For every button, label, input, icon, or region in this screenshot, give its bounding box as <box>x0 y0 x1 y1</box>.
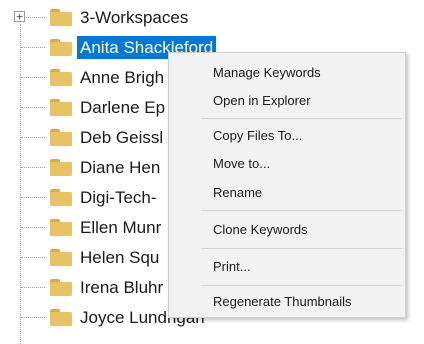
tree-item-label: Helen Squ <box>80 248 160 267</box>
tree-connector <box>21 137 45 138</box>
folder-icon <box>50 249 72 266</box>
expand-plus-icon[interactable]: + <box>14 11 25 22</box>
folder-icon <box>50 279 72 296</box>
folder-icon <box>50 159 72 176</box>
folder-icon <box>50 129 72 146</box>
folder-icon <box>50 219 72 236</box>
tree-item-label: Digi-Tech- <box>80 188 157 207</box>
tree-connector <box>21 77 45 78</box>
folder-icon <box>50 9 72 26</box>
tree-item-label: Anne Brigh <box>80 68 165 87</box>
context-menu: Manage Keywords Open in Explorer Copy Fi… <box>168 52 406 318</box>
tree-connector <box>21 257 45 258</box>
menu-item-label: Manage Keywords <box>213 65 321 80</box>
menu-item-clone-keywords[interactable]: Clone Keywords <box>169 217 405 243</box>
tree-item-label: 3-Workspaces <box>80 8 189 27</box>
folder-icon <box>50 69 72 86</box>
menu-separator <box>202 285 402 286</box>
tree-connector <box>21 47 45 48</box>
menu-item-label: Regenerate Thumbnails <box>213 294 352 309</box>
folder-icon <box>50 309 72 326</box>
menu-item-label: Rename <box>213 185 263 200</box>
tree-item-3-workspaces[interactable]: + 3-Workspaces <box>0 2 424 32</box>
tree-item-label: Ellen Munr <box>80 218 162 237</box>
tree-connector <box>21 317 45 318</box>
tree-item-label: Darlene Ep <box>80 98 166 117</box>
menu-item-label: Clone Keywords <box>213 222 308 237</box>
folder-icon <box>50 189 72 206</box>
tree-connector <box>21 197 45 198</box>
tree-connector <box>21 107 45 108</box>
menu-item-print[interactable]: Print... <box>169 254 405 280</box>
menu-separator <box>202 118 402 119</box>
menu-item-regenerate-thumbnails[interactable]: Regenerate Thumbnails <box>169 289 405 315</box>
menu-item-manage-keywords[interactable]: Manage Keywords <box>169 60 405 86</box>
tree-connector <box>21 287 45 288</box>
tree-item-label: Deb Geissl <box>80 128 164 147</box>
tree-item-label: Irena Bluhr <box>80 278 164 297</box>
menu-item-rename[interactable]: Rename <box>169 180 405 206</box>
menu-separator <box>202 248 402 249</box>
folder-icon <box>50 39 72 56</box>
menu-item-label: Move to... <box>213 156 271 171</box>
menu-item-label: Copy Files To... <box>213 128 303 143</box>
tree-connector <box>21 167 45 168</box>
menu-separator <box>202 210 402 211</box>
tree-item-label: Diane Hen <box>80 158 161 177</box>
menu-item-label: Open in Explorer <box>213 93 311 108</box>
menu-item-move-to[interactable]: Move to... <box>169 151 405 177</box>
menu-item-copy-files-to[interactable]: Copy Files To... <box>169 123 405 149</box>
tree-connector <box>21 227 45 228</box>
menu-item-label: Print... <box>213 259 251 274</box>
menu-item-open-in-explorer[interactable]: Open in Explorer <box>169 88 405 114</box>
folder-icon <box>50 99 72 116</box>
